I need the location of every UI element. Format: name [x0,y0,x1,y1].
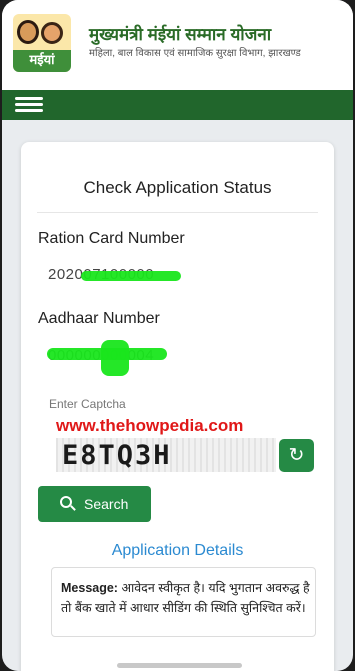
phone-screen: मईयां मुख्यमंत्री मंईयां सम्मान योजना मह… [2,0,353,671]
logo-face-right [41,22,63,44]
application-details-heading: Application Details [111,542,244,559]
status-card: Check Application Status Ration Card Num… [21,142,334,671]
nav-bar [2,90,353,120]
logo-face-left [17,20,39,44]
home-indicator [117,663,242,668]
redaction-mark-ration [81,271,181,281]
scheme-logo: मईयां [13,14,71,72]
redaction-mark-aadhaar-2 [101,340,129,376]
title-divider [37,212,318,213]
message-text: Message: आवेदन स्वीकृत है। यदि भुगतान अव… [61,578,311,618]
refresh-captcha-button[interactable]: ↻ [279,439,314,472]
hamburger-icon[interactable] [15,97,43,113]
page-subtitle: महिला, बाल विकास एवं सामाजिक सुरक्षा विभ… [89,48,301,59]
page-title: मुख्यमंत्री मंईयां सम्मान योजना [89,25,272,44]
message-box: Message: आवेदन स्वीकृत है। यदि भुगतान अव… [51,567,316,637]
search-button[interactable]: Search [38,486,151,522]
captcha-label: Enter Captcha [49,397,126,411]
captcha-text: E8TQ3H [62,440,172,471]
card-title: Check Application Status [83,178,272,197]
ration-card-label: Ration Card Number [38,230,185,247]
logo-text: मईयां [29,52,55,67]
message-label: Message: [61,581,118,595]
captcha-image: E8TQ3H [56,438,276,472]
search-icon [60,496,72,508]
refresh-icon: ↻ [288,445,305,466]
search-button-label: Search [84,496,129,512]
aadhaar-label: Aadhaar Number [38,310,160,327]
app-header: मईयां मुख्यमंत्री मंईयां सम्मान योजना मह… [2,0,353,90]
watermark: www.thehowpedia.com [56,416,244,435]
